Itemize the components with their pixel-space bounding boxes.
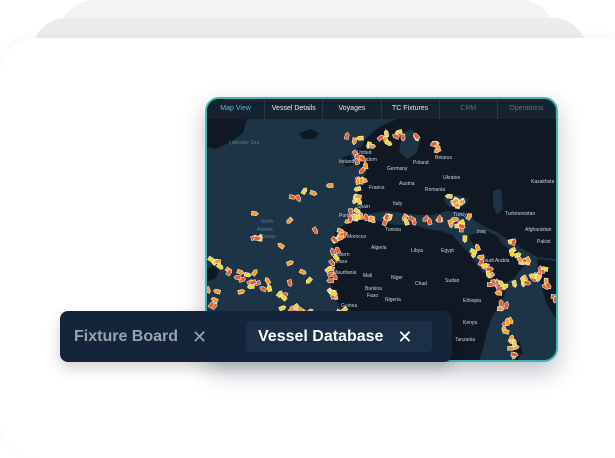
- close-icon[interactable]: ✕: [192, 328, 207, 346]
- map-label-spain: Spain: [357, 204, 370, 210]
- map-label-ireland: Ireland: [339, 159, 355, 165]
- map-label-austria: Austria: [399, 181, 415, 187]
- map-label-nigeria: Nigeria: [385, 297, 401, 303]
- tab-tc-fixtures[interactable]: TC Fixtures: [382, 99, 440, 119]
- close-icon[interactable]: ✕: [397, 328, 412, 346]
- map-label-afghanistan: Afghanistan: [525, 227, 552, 233]
- map-label-pakistan: Pakist: [537, 239, 551, 245]
- map-label-tanzania: Tanzania: [455, 337, 475, 343]
- map-label-libya: Libya: [411, 248, 423, 254]
- map-label-burkina-faso-1: Burkina: [365, 286, 382, 292]
- map-label-ethiopia: Ethiopia: [463, 298, 481, 304]
- map-label-iraq: Iraq: [477, 229, 486, 235]
- map-label-turkmenistan: Turkmenistan: [505, 211, 535, 217]
- tab-fixture-board[interactable]: Fixture Board ✕: [74, 321, 207, 352]
- tab-map-view[interactable]: Map View: [207, 99, 266, 119]
- map-label-labrador-sea: Labrador Sea: [229, 140, 260, 146]
- map-label-mauritania: Mauritania: [333, 270, 357, 276]
- map-label-burkina-faso-2: Faso: [367, 293, 378, 299]
- bottom-tab-bar: Fixture Board ✕ Vessel Database ✕: [60, 311, 452, 362]
- map-label-kenya: Kenya: [463, 320, 477, 326]
- map-label-germany: Germany: [387, 166, 408, 172]
- map-label-saudi-arabia: Saudi Arabia: [481, 258, 510, 264]
- tab-vessel-database[interactable]: Vessel Database ✕: [246, 321, 432, 352]
- map-label-ukraine: Ukraine: [443, 175, 460, 181]
- map-nav-bar: Map View Vessel Details Voyages TC Fixtu…: [207, 99, 556, 120]
- map-label-belarus: Belarus: [435, 155, 452, 161]
- map-label-france: France: [369, 185, 385, 191]
- map-label-algeria: Algeria: [371, 245, 387, 251]
- map-label-sudan: Sudan: [445, 278, 460, 284]
- map-label-north-atlantic-ocean-2: Atlantic: [257, 227, 274, 233]
- tab-fixture-board-label: Fixture Board: [74, 327, 179, 345]
- map-label-poland: Poland: [413, 160, 429, 166]
- tab-operations[interactable]: Operations: [498, 99, 556, 119]
- map-label-mali: Mali: [363, 273, 372, 279]
- map-label-italy: Italy: [393, 201, 403, 207]
- map-label-tunisia: Tunisia: [385, 227, 401, 233]
- tab-voyages[interactable]: Voyages: [323, 99, 382, 119]
- tab-vessel-details[interactable]: Vessel Details: [265, 99, 324, 119]
- tab-crm[interactable]: CRM: [440, 99, 498, 119]
- map-label-kazakhstan: Kazakhsta: [531, 179, 555, 185]
- map-label-morocco: Morocco: [347, 234, 366, 240]
- map-label-egypt: Egypt: [441, 248, 454, 254]
- map-label-romania: Romania: [425, 187, 445, 193]
- map-label-north-atlantic-ocean-1: North: [261, 219, 273, 225]
- map-label-niger: Niger: [391, 275, 403, 281]
- map-label-chad: Chad: [415, 281, 427, 287]
- map-label-north-atlantic-ocean-3: Ocean: [261, 234, 276, 240]
- vessel-marker-icon[interactable]: [487, 282, 495, 287]
- tab-vessel-database-label: Vessel Database: [258, 327, 384, 345]
